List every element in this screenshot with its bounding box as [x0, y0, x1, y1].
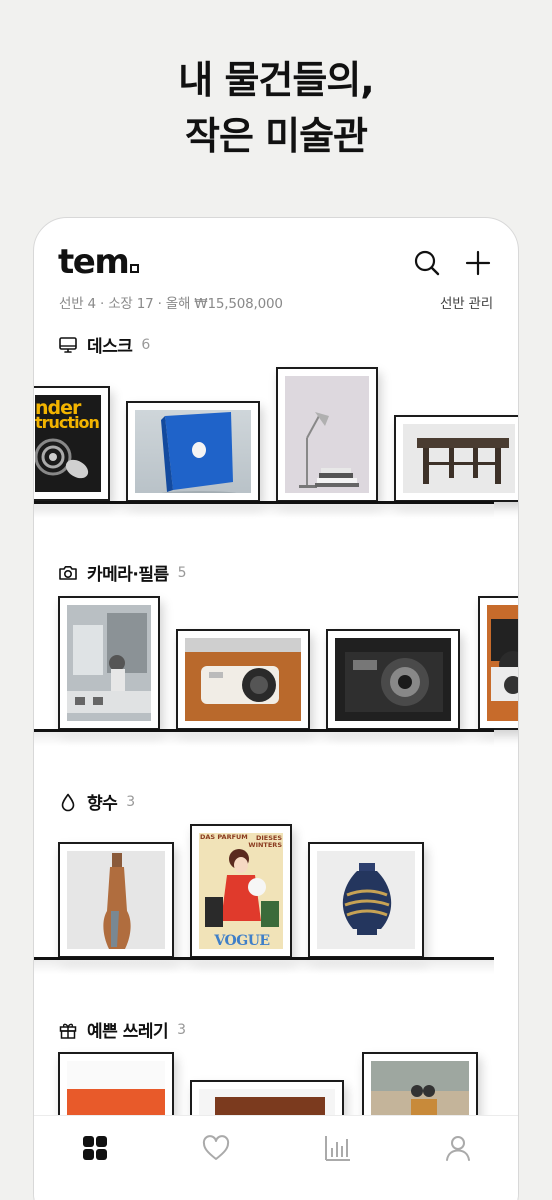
drop-icon [61, 793, 75, 811]
artwork-frame[interactable] [176, 629, 310, 730]
headline-line-1: 내 물건들의, [178, 58, 374, 102]
shelf-label: 카메라·필름 [87, 565, 169, 585]
artwork-frame[interactable] [308, 842, 424, 958]
perfume-bottle-graphic [67, 851, 165, 949]
artwork-frame[interactable]: DAS PARFUM DIESES WINTERS VOGUE [190, 824, 292, 958]
shelf-title-perfume[interactable]: 향수 3 [58, 789, 135, 814]
shelf-count: 3 [177, 1021, 186, 1038]
artwork-image [67, 851, 165, 949]
glass-vase-graphic [317, 851, 415, 949]
shelf-shadow [34, 732, 494, 746]
shelf-label: 향수 [87, 794, 118, 814]
shelf-shadow [34, 960, 494, 974]
artwork-frame[interactable] [126, 401, 260, 502]
phone-screen: tem 선반 4 · 소장 17 · 올해 ₩15,508,000 선반 관리 … [33, 217, 519, 1200]
shelf-title-pretty-junk[interactable]: 예쁜 쓰레기 3 [58, 1017, 186, 1042]
app-logo[interactable]: tem [58, 242, 140, 282]
artwork-frame[interactable] [478, 596, 518, 730]
artwork-frame[interactable]: nder truction [34, 386, 110, 501]
grid-icon [83, 1136, 107, 1160]
app-header: tem 선반 4 · 소장 17 · 올해 ₩15,508,000 선반 관리 [34, 218, 518, 328]
bottom-tab-bar [34, 1115, 518, 1200]
film-photo-graphic [67, 605, 151, 721]
tab-profile[interactable] [438, 1128, 478, 1168]
artwork-image: DAS PARFUM DIESES WINTERS VOGUE [199, 833, 283, 949]
artwork-frame[interactable] [58, 842, 174, 958]
search-icon[interactable] [412, 248, 442, 278]
artwork-image [185, 638, 301, 721]
plus-icon[interactable] [463, 248, 493, 278]
tab-favorites[interactable] [196, 1128, 236, 1168]
collection-stats: 선반 4 · 소장 17 · 올해 ₩15,508,000 [59, 296, 283, 312]
fashion-illustration-graphic [205, 849, 279, 927]
camera-lens-graphic [487, 605, 518, 721]
shelf-label: 데스크 [87, 337, 133, 357]
wooden-stool-graphic [417, 438, 509, 484]
shelf-count: 6 [141, 336, 150, 353]
shelf-title-camera[interactable]: 카메라·필름 5 [58, 560, 187, 585]
poster-brand-text: VOGUE [214, 933, 270, 949]
headline-line-2: 작은 미술관 [184, 114, 368, 158]
desk-lamp-graphic [299, 412, 359, 488]
camera-icon [59, 565, 77, 580]
shelf-label: 예쁜 쓰레기 [87, 1022, 169, 1042]
artwork-image [67, 605, 151, 721]
mirrorless-camera-graphic [185, 638, 301, 721]
poster-text-2: truction [35, 413, 100, 432]
bar-chart-icon [325, 1136, 350, 1161]
artwork-image [135, 410, 251, 493]
logo-dot [130, 264, 140, 273]
artwork-frame[interactable] [276, 367, 378, 502]
promo-headline: 내 물건들의, 작은 미술관 [0, 52, 552, 164]
shelf-count: 5 [177, 564, 187, 581]
person-icon [446, 1136, 470, 1161]
artwork-image [487, 605, 518, 721]
blue-folder-graphic [161, 412, 237, 493]
poster-text-1: DAS PARFUM [200, 833, 248, 841]
artwork-image [317, 851, 415, 949]
logo-text: tem [58, 242, 130, 282]
artwork-frame[interactable] [394, 415, 518, 502]
artwork-frame[interactable] [58, 596, 160, 730]
tab-stats[interactable] [318, 1128, 358, 1168]
artwork-image [403, 424, 515, 493]
heart-icon [202, 1135, 230, 1160]
artwork-frame[interactable] [326, 629, 460, 730]
artwork-image [335, 638, 451, 721]
manage-shelves-button[interactable]: 선반 관리 [440, 292, 493, 312]
vintage-camera-graphic [335, 638, 451, 721]
artwork-image [285, 376, 369, 493]
gift-icon [59, 1023, 77, 1039]
shelf-count: 3 [126, 793, 135, 810]
tab-home[interactable] [75, 1128, 115, 1168]
shelf-shadow [34, 504, 494, 518]
spiral-graphic [35, 438, 89, 479]
monitor-icon [59, 336, 77, 353]
shelf-title-desk[interactable]: 데스크 6 [58, 332, 150, 357]
artwork-image: nder truction [35, 395, 101, 492]
